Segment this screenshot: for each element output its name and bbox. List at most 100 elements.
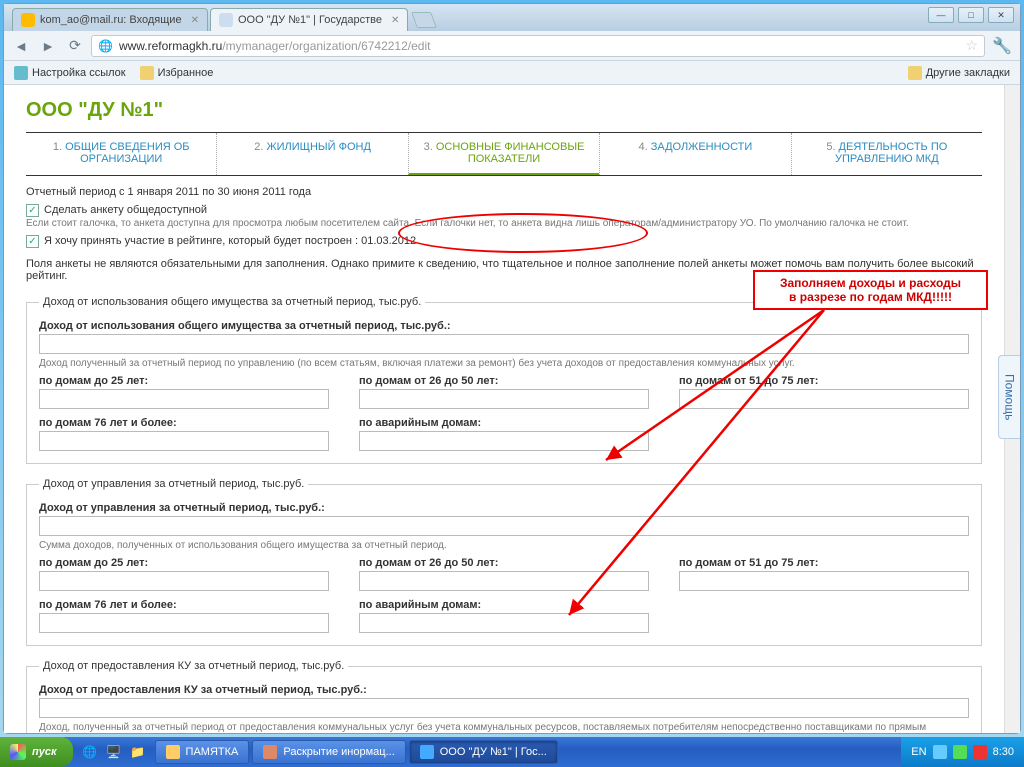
browser-window: kom_ao@mail.ru: Входящие ✕ ООО "ДУ №1" |… [3, 3, 1021, 734]
chrome-icon [420, 745, 434, 759]
col-label: по домам от 26 до 50 лет: [359, 375, 649, 387]
powerpoint-icon [263, 745, 277, 759]
public-checkbox[interactable]: ✓ [26, 204, 39, 217]
col-label: по домам 76 лет и более: [39, 599, 329, 611]
fieldset-legend: Доход от использования общего имущества … [39, 296, 425, 308]
tab-housing[interactable]: 2.ЖИЛИЩНЫЙ ФОНД [216, 133, 407, 175]
folder-icon [140, 66, 154, 80]
income-common-input[interactable] [39, 334, 969, 354]
fieldset-management: Доход от управления за отчетный период, … [26, 478, 982, 646]
close-icon[interactable]: ✕ [191, 15, 199, 26]
input-76plus[interactable] [39, 431, 329, 451]
bookmark-item[interactable]: Избранное [140, 66, 214, 80]
field-hint: Доход, полученный за отчетный период от … [39, 722, 969, 733]
clock: 8:30 [993, 746, 1014, 758]
fieldset-legend: Доход от управления за отчетный период, … [39, 478, 308, 490]
tray-icon[interactable] [933, 745, 947, 759]
field-label: Доход от использования общего имущества … [39, 320, 969, 332]
folder-icon [166, 745, 180, 759]
input-emergency[interactable] [359, 613, 649, 633]
close-button[interactable]: ✕ [988, 7, 1014, 23]
input-51-75[interactable] [679, 571, 969, 591]
page-title: ООО "ДУ №1" [26, 99, 982, 122]
tab-title: kom_ao@mail.ru: Входящие [40, 14, 182, 26]
page-content: ООО "ДУ №1" 1.ОБЩИЕ СВЕДЕНИЯ ОБ ОРГАНИЗА… [4, 85, 1004, 733]
nav-tabs: 1.ОБЩИЕ СВЕДЕНИЯ ОБ ОРГАНИЗАЦИИ 2.ЖИЛИЩН… [26, 132, 982, 176]
bookmarks-bar: Настройка ссылок Избранное Другие заклад… [4, 61, 1020, 85]
bookmark-item[interactable]: Настройка ссылок [14, 66, 126, 80]
tab-title: ООО "ДУ №1" | Государстве [238, 14, 382, 26]
bookmark-icon [14, 66, 28, 80]
start-button[interactable]: пуск [0, 737, 73, 767]
tray-icon[interactable] [973, 745, 987, 759]
task-button[interactable]: Раскрытие инормац... [252, 740, 405, 764]
fieldset-common-property: Доход от использования общего имущества … [26, 296, 982, 464]
input-upto25[interactable] [39, 571, 329, 591]
task-button[interactable]: ПАМЯТКА [155, 740, 250, 764]
input-76plus[interactable] [39, 613, 329, 633]
col-label: по домам до 25 лет: [39, 375, 329, 387]
col-label: по аварийным домам: [359, 417, 649, 429]
url-bar[interactable]: 🌐 www.reformagkh.ru/mymanager/organizati… [91, 35, 985, 57]
col-label: по домам от 51 до 75 лет: [679, 557, 969, 569]
close-icon[interactable]: ✕ [391, 15, 399, 26]
browser-tab-0[interactable]: kom_ao@mail.ru: Входящие ✕ [12, 8, 208, 31]
system-tray: EN 8:30 [901, 737, 1024, 767]
checkbox-label: Сделать анкету общедоступной [44, 204, 207, 216]
tab-bar: kom_ao@mail.ru: Входящие ✕ ООО "ДУ №1" |… [4, 4, 1020, 31]
field-hint: Доход полученный за отчетный период по у… [39, 358, 969, 369]
tab-finance[interactable]: 3.ОСНОВНЫЕ ФИНАНСОВЫЕ ПОКАЗАТЕЛИ [408, 133, 599, 175]
tab-debts[interactable]: 4.ЗАДОЛЖЕННОСТИ [599, 133, 790, 175]
tray-icon[interactable] [953, 745, 967, 759]
browser-toolbar: ◄ ► ⟳ 🌐 www.reformagkh.ru/mymanager/orga… [4, 31, 1020, 61]
field-hint: Сумма доходов, полученных от использован… [39, 540, 969, 551]
rating-checkbox-row: ✓ Я хочу принять участие в рейтинге, кот… [26, 235, 982, 248]
tab-general[interactable]: 1.ОБЩИЕ СВЕДЕНИЯ ОБ ОРГАНИЗАЦИИ [26, 133, 216, 175]
taskbar: пуск 🌐 🖥️ 📁 ПАМЯТКА Раскрытие инормац...… [0, 737, 1024, 767]
reload-button[interactable]: ⟳ [64, 35, 86, 57]
field-label: Доход от управления за отчетный период, … [39, 502, 969, 514]
forward-button[interactable]: ► [37, 35, 59, 57]
ie-icon[interactable]: 🌐 [79, 740, 101, 764]
input-26-50[interactable] [359, 571, 649, 591]
settings-icon[interactable]: 🔧 [990, 35, 1014, 57]
bookmark-star-icon[interactable]: ☆ [965, 37, 978, 54]
folder-icon [908, 66, 922, 80]
url-host: www.reformagkh.ru [119, 39, 222, 53]
input-emergency[interactable] [359, 431, 649, 451]
bookmark-item[interactable]: Другие закладки [908, 66, 1010, 80]
col-label: по домам 76 лет и более: [39, 417, 329, 429]
col-label: по домам до 25 лет: [39, 557, 329, 569]
annotation-line: в разрезе по годам МКД!!!!! [761, 290, 980, 304]
task-button-active[interactable]: ООО "ДУ №1" | Гос... [409, 740, 558, 764]
globe-icon: 🌐 [98, 39, 113, 53]
explorer-icon[interactable]: 📁 [127, 740, 149, 764]
annotation-callout: Заполняем доходы и расходы в разрезе по … [753, 270, 988, 310]
desktop-icon[interactable]: 🖥️ [103, 740, 125, 764]
fieldset-ku: Доход от предоставления КУ за отчетный п… [26, 660, 982, 733]
input-upto25[interactable] [39, 389, 329, 409]
maximize-button[interactable]: □ [958, 7, 984, 23]
checkbox-hint: Если стоит галочка, то анкета доступна д… [26, 218, 982, 229]
fieldset-legend: Доход от предоставления КУ за отчетный п… [39, 660, 348, 672]
back-button[interactable]: ◄ [10, 35, 32, 57]
favicon-icon [219, 13, 233, 27]
new-tab-button[interactable] [411, 12, 437, 28]
lang-indicator[interactable]: EN [911, 746, 926, 758]
favicon-icon [21, 13, 35, 27]
browser-tab-1[interactable]: ООО "ДУ №1" | Государстве ✕ [210, 8, 408, 31]
income-ku-input[interactable] [39, 698, 969, 718]
minimize-button[interactable]: — [928, 7, 954, 23]
checkbox-label: Я хочу принять участие в рейтинге, котор… [44, 235, 416, 247]
income-management-input[interactable] [39, 516, 969, 536]
annotation-line: Заполняем доходы и расходы [761, 276, 980, 290]
tab-activity[interactable]: 5.ДЕЯТЕЛЬНОСТЬ ПО УПРАВЛЕНИЮ МКД [791, 133, 982, 175]
help-tab[interactable]: Помощь [998, 355, 1020, 439]
input-51-75[interactable] [679, 389, 969, 409]
public-checkbox-row: ✓ Сделать анкету общедоступной [26, 204, 982, 217]
col-label: по домам от 26 до 50 лет: [359, 557, 649, 569]
rating-checkbox[interactable]: ✓ [26, 235, 39, 248]
window-controls: — □ ✕ [928, 7, 1014, 23]
quick-launch: 🌐 🖥️ 📁 [79, 740, 149, 764]
input-26-50[interactable] [359, 389, 649, 409]
